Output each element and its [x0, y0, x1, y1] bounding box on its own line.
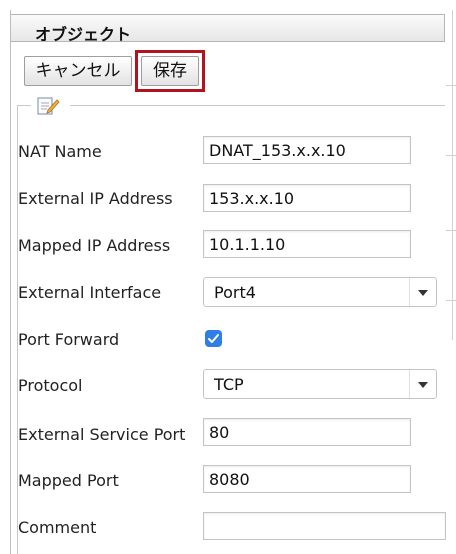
external-interface-value: Port4	[214, 283, 256, 302]
external-service-port-field[interactable]: 80	[203, 418, 411, 446]
side-tick	[446, 155, 456, 156]
panel-title: オブジェクト	[35, 25, 132, 44]
fieldset-border	[70, 105, 445, 106]
chevron-down-icon[interactable]	[409, 278, 436, 306]
checkmark-icon	[208, 334, 219, 343]
mapped-port-label: Mapped Port	[18, 471, 119, 490]
chevron-down-icon[interactable]	[409, 370, 436, 398]
mapped-ip-label: Mapped IP Address	[18, 236, 171, 255]
comment-field[interactable]	[203, 512, 446, 540]
port-forward-label: Port Forward	[18, 330, 120, 349]
external-service-port-label: External Service Port	[18, 425, 186, 444]
external-ip-field[interactable]: 153.x.x.10	[203, 184, 411, 212]
side-tick	[446, 85, 456, 86]
comment-label: Comment	[18, 518, 97, 537]
external-ip-label: External IP Address	[18, 189, 173, 208]
edit-note-icon	[36, 95, 60, 115]
external-interface-label: External Interface	[18, 283, 162, 302]
protocol-label: Protocol	[18, 376, 83, 395]
side-tick	[446, 230, 456, 231]
port-forward-checkbox[interactable]	[205, 330, 222, 347]
cancel-button[interactable]: キャンセル	[24, 56, 132, 86]
side-divider	[452, 10, 453, 340]
nat-name-label: NAT Name	[18, 142, 102, 161]
fieldset-border	[17, 105, 31, 106]
mapped-ip-field[interactable]: 10.1.1.10	[203, 230, 411, 258]
side-tick	[446, 300, 456, 301]
panel-header: オブジェクト	[11, 14, 445, 44]
external-interface-select[interactable]: Port4	[203, 277, 437, 307]
protocol-select[interactable]: TCP	[203, 369, 437, 399]
protocol-value: TCP	[214, 375, 244, 394]
save-button-highlight	[135, 50, 205, 92]
nat-name-field[interactable]: DNAT_153.x.x.10	[203, 136, 411, 164]
mapped-port-field[interactable]: 8080	[203, 465, 411, 493]
